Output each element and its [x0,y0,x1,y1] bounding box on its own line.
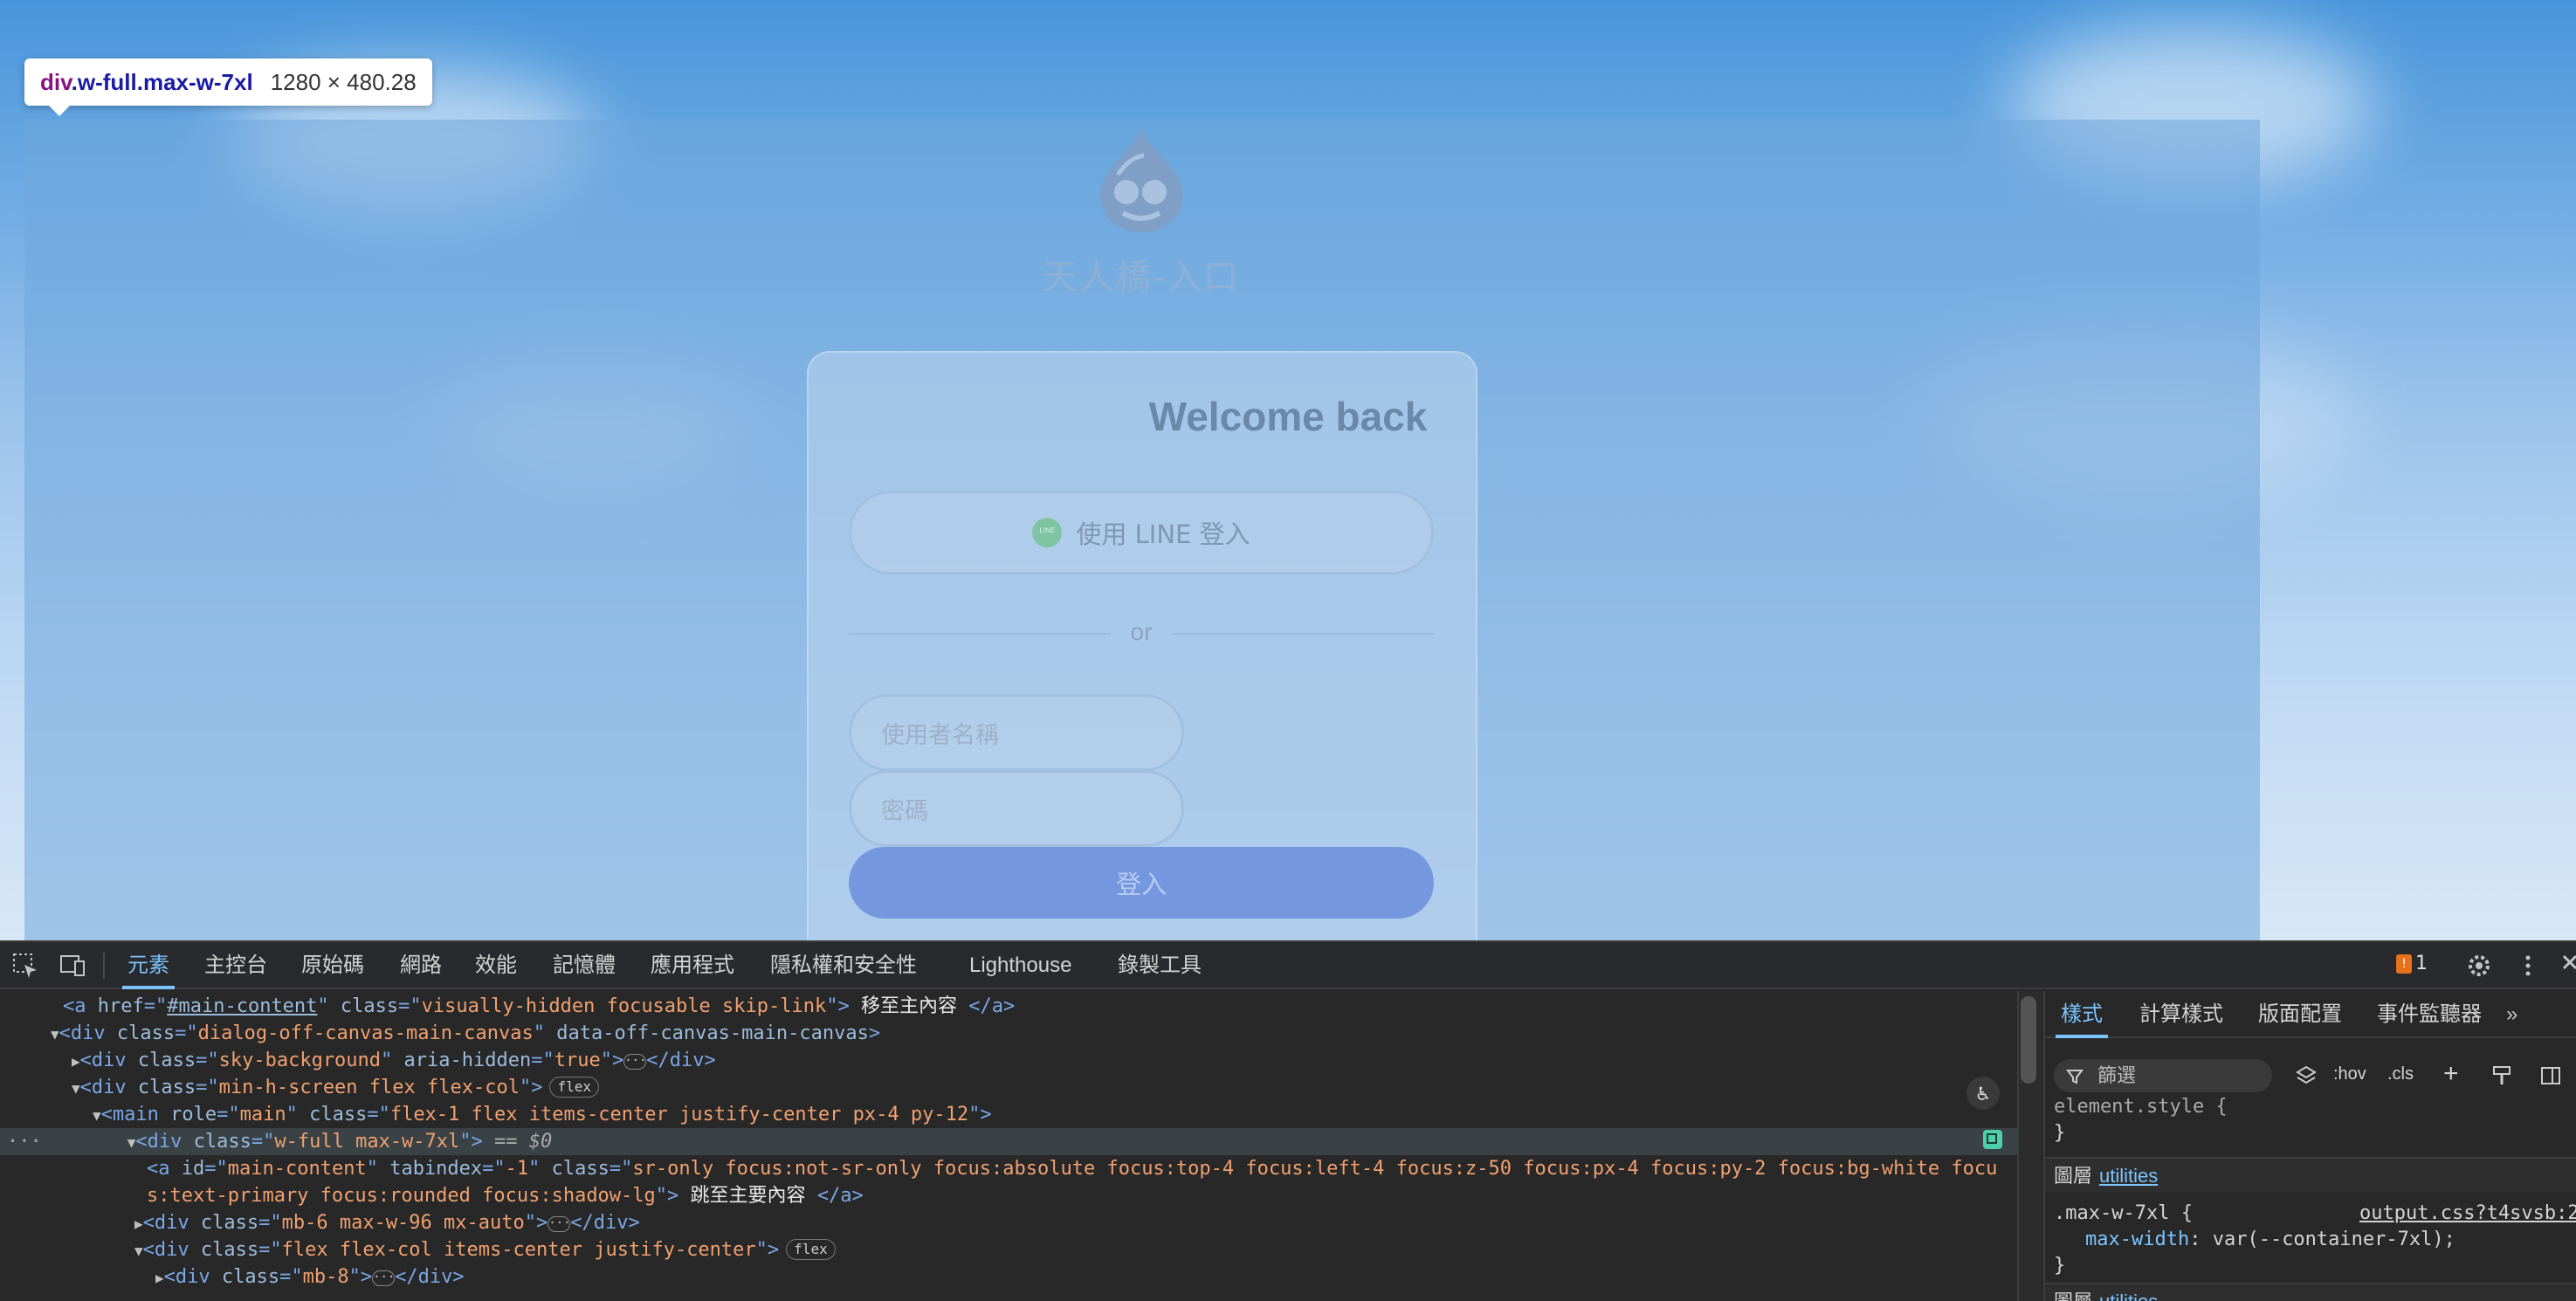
closing-brace: } [2054,1255,2066,1277]
layers-icon[interactable] [2295,1064,2318,1087]
tab-network[interactable]: 網路 [400,942,442,989]
password-placeholder: 密碼 [881,797,928,825]
styles-tabs: 樣式 計算樣式 版面配置 事件監聽器 » [2045,991,2576,1038]
tab-computed[interactable]: 計算樣式 [2139,991,2223,1038]
hover-state-toggle[interactable]: :hov [2333,1064,2366,1084]
devtools-panel: 元素 主控台 原始碼 網路 效能 記憶體 應用程式 隱私權和安全性 Lighth… [0,940,2576,1301]
issues-count: 1 [2415,953,2428,974]
divider-rule [1172,633,1434,635]
tab-event-listeners[interactable]: 事件監聽器 [2377,991,2482,1038]
device-toolbar-icon[interactable] [58,951,87,981]
elements-tree: <a href="#main-content" class="visually-… [0,991,2017,1301]
password-input[interactable]: 密碼 [849,770,1184,847]
issue-flag-icon: ! [2396,953,2412,974]
dom-node[interactable]: ▼<div class="flex flex-col items-center … [0,1236,2017,1263]
dom-node[interactable]: ▼<main role="main" class="flex-1 flex it… [0,1101,2017,1128]
dom-node[interactable]: ▶<div class="sky-background" aria-hidden… [0,1047,2017,1074]
tab-elements[interactable]: 元素 [122,942,175,989]
site-name[interactable]: 天人橋-入口 [961,249,1322,299]
tab-privacy-security[interactable]: 隱私權和安全性 [770,942,917,989]
dock-adorner-icon[interactable] [1982,1129,2003,1150]
paint-brush-icon[interactable] [2490,1064,2513,1087]
element-style-selector[interactable]: element.style { [2054,1096,2228,1118]
username-placeholder: 使用者名稱 [881,721,999,749]
dom-node[interactable]: <a href="#main-content" class="visually-… [0,993,2017,1020]
styles-pane: 樣式 計算樣式 版面配置 事件監聽器 » 篩選 :hov .cls + elem… [2043,991,2576,1301]
inspect-element-icon[interactable] [10,951,40,981]
issues-counter[interactable]: ! 1 [2396,953,2428,974]
filter-funnel-icon [2066,1070,2084,1084]
styles-filter-input[interactable]: 篩選 [2054,1059,2272,1092]
tab-styles[interactable]: 樣式 [2056,991,2108,1038]
tab-memory[interactable]: 記憶體 [553,942,616,989]
filter-placeholder: 篩選 [2097,1064,2137,1086]
card-title: Welcome back [1148,394,1428,439]
class-toggle[interactable]: .cls [2387,1064,2414,1084]
tab-application[interactable]: 應用程式 [651,942,734,989]
new-rule-plus-icon[interactable]: + [2443,1059,2459,1089]
toggle-sidebar-icon[interactable] [2539,1064,2562,1087]
tab-layout[interactable]: 版面配置 [2258,991,2342,1038]
line-login-button[interactable]: 使用 LINE 登入 [849,491,1434,575]
accessibility-tree-icon[interactable]: ♿ [1966,1077,2000,1110]
tab-lighthouse[interactable]: Lighthouse [969,942,1071,989]
tooltip-size: 1280 × 480.28 [270,68,417,95]
dom-node[interactable]: ▼<div class="dialog-off-canvas-main-canv… [0,1020,2017,1047]
or-divider: or [849,616,1434,651]
rule-source-link[interactable]: output.css?t4svsb:2 [2359,1202,2576,1224]
tab-console[interactable]: 主控台 [204,942,267,989]
tab-sources[interactable]: 原始碼 [301,942,364,989]
line-login-label: 使用 LINE 登入 [1076,520,1250,549]
dom-node-continuation: s:text-primary focus:rounded focus:shado… [147,1185,864,1207]
inspector-tooltip: div.w-full.max-w-7xl 1280 × 480.28 [24,59,432,116]
drupal-drop-icon[interactable] [1092,122,1191,236]
dom-node-selected[interactable]: ··· ▼<div class="w-full max-w-7xl"> == $0 [0,1128,2017,1155]
elements-scrollbar[interactable] [2021,996,2036,1084]
dom-node[interactable]: ▼<div class="min-h-screen flex flex-col"… [0,1074,2017,1101]
login-submit-button[interactable]: 登入 [849,847,1434,919]
line-app-icon [1032,518,1063,547]
submit-label: 登入 [1115,870,1167,899]
layer-header: 圖層utilities [2045,1157,2576,1192]
closing-brace: } [2054,1122,2066,1144]
tooltip-selector: div.w-full.max-w-7xl [40,68,253,95]
or-label: or [1130,618,1153,645]
layer-header: 圖層utilities [2045,1283,2576,1301]
dom-node[interactable]: ▶<div class="mb-6 max-w-96 mx-auto">···<… [0,1209,2017,1236]
tab-recorder[interactable]: 錄製工具 [1118,942,1202,989]
more-tabs-chevron-icon[interactable]: » [2506,991,2517,1038]
rule-declaration[interactable]: max-width: var(--container-7xl); [2085,1229,2455,1250]
layer-link[interactable]: utilities [2099,1291,2158,1301]
rule-selector[interactable]: .max-w-7xl { [2054,1202,2193,1224]
settings-gear-icon[interactable] [2464,951,2494,981]
toolbar-separator [103,953,105,979]
page-viewport: div.w-full.max-w-7xl 1280 × 480.28 天人橋-入… [0,0,2576,940]
more-options-icon[interactable] [2513,951,2543,981]
close-devtools-icon[interactable] [2559,951,2576,981]
username-input[interactable]: 使用者名稱 [849,694,1184,771]
devtools-toolbar: 元素 主控台 原始碼 網路 效能 記憶體 應用程式 隱私權和安全性 Lighth… [0,942,2576,989]
layer-link[interactable]: utilities [2099,1165,2158,1187]
dom-node[interactable]: ▶<div class="mb-8">···</div> [0,1263,2017,1291]
tab-performance[interactable]: 效能 [475,942,517,989]
flex-badge[interactable]: flex [786,1239,836,1260]
flex-badge[interactable]: flex [549,1077,600,1098]
dom-node[interactable]: <a id="main-content" tabindex="-1" class… [0,1155,2017,1182]
